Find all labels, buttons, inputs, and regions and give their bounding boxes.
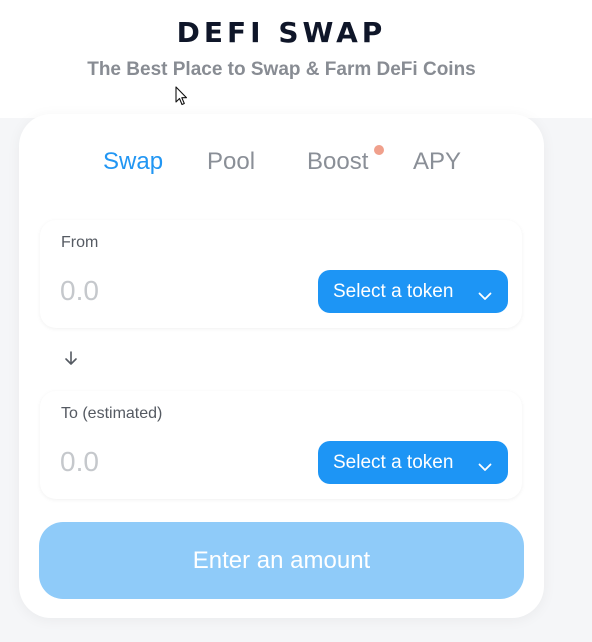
to-label: To (estimated) bbox=[61, 405, 163, 422]
tab-boost[interactable]: Boost bbox=[307, 148, 368, 176]
to-amount-input[interactable] bbox=[60, 446, 280, 478]
tab-swap[interactable]: Swap bbox=[103, 148, 163, 176]
to-select-token-button[interactable]: Select a token bbox=[318, 441, 508, 484]
from-select-token-label: Select a token bbox=[333, 280, 454, 302]
tab-apy[interactable]: APY bbox=[413, 148, 461, 176]
from-panel: From Select a token bbox=[40, 220, 522, 328]
notification-dot bbox=[374, 145, 384, 155]
from-select-token-button[interactable]: Select a token bbox=[318, 270, 508, 313]
chevron-down-icon bbox=[478, 285, 492, 307]
arrow-down-icon[interactable] bbox=[63, 350, 79, 371]
from-amount-input[interactable] bbox=[60, 275, 280, 307]
page-subtitle: The Best Place to Swap & Farm DeFi Coins bbox=[87, 59, 476, 80]
page-title: DEFI SWAP bbox=[176, 16, 387, 49]
to-panel: To (estimated) Select a token bbox=[40, 391, 522, 499]
tab-pool[interactable]: Pool bbox=[207, 148, 255, 176]
enter-amount-button[interactable]: Enter an amount bbox=[39, 522, 524, 599]
mouse-pointer-icon bbox=[175, 86, 189, 111]
from-label: From bbox=[61, 234, 99, 251]
chevron-down-icon bbox=[478, 456, 492, 478]
to-select-token-label: Select a token bbox=[333, 451, 454, 473]
